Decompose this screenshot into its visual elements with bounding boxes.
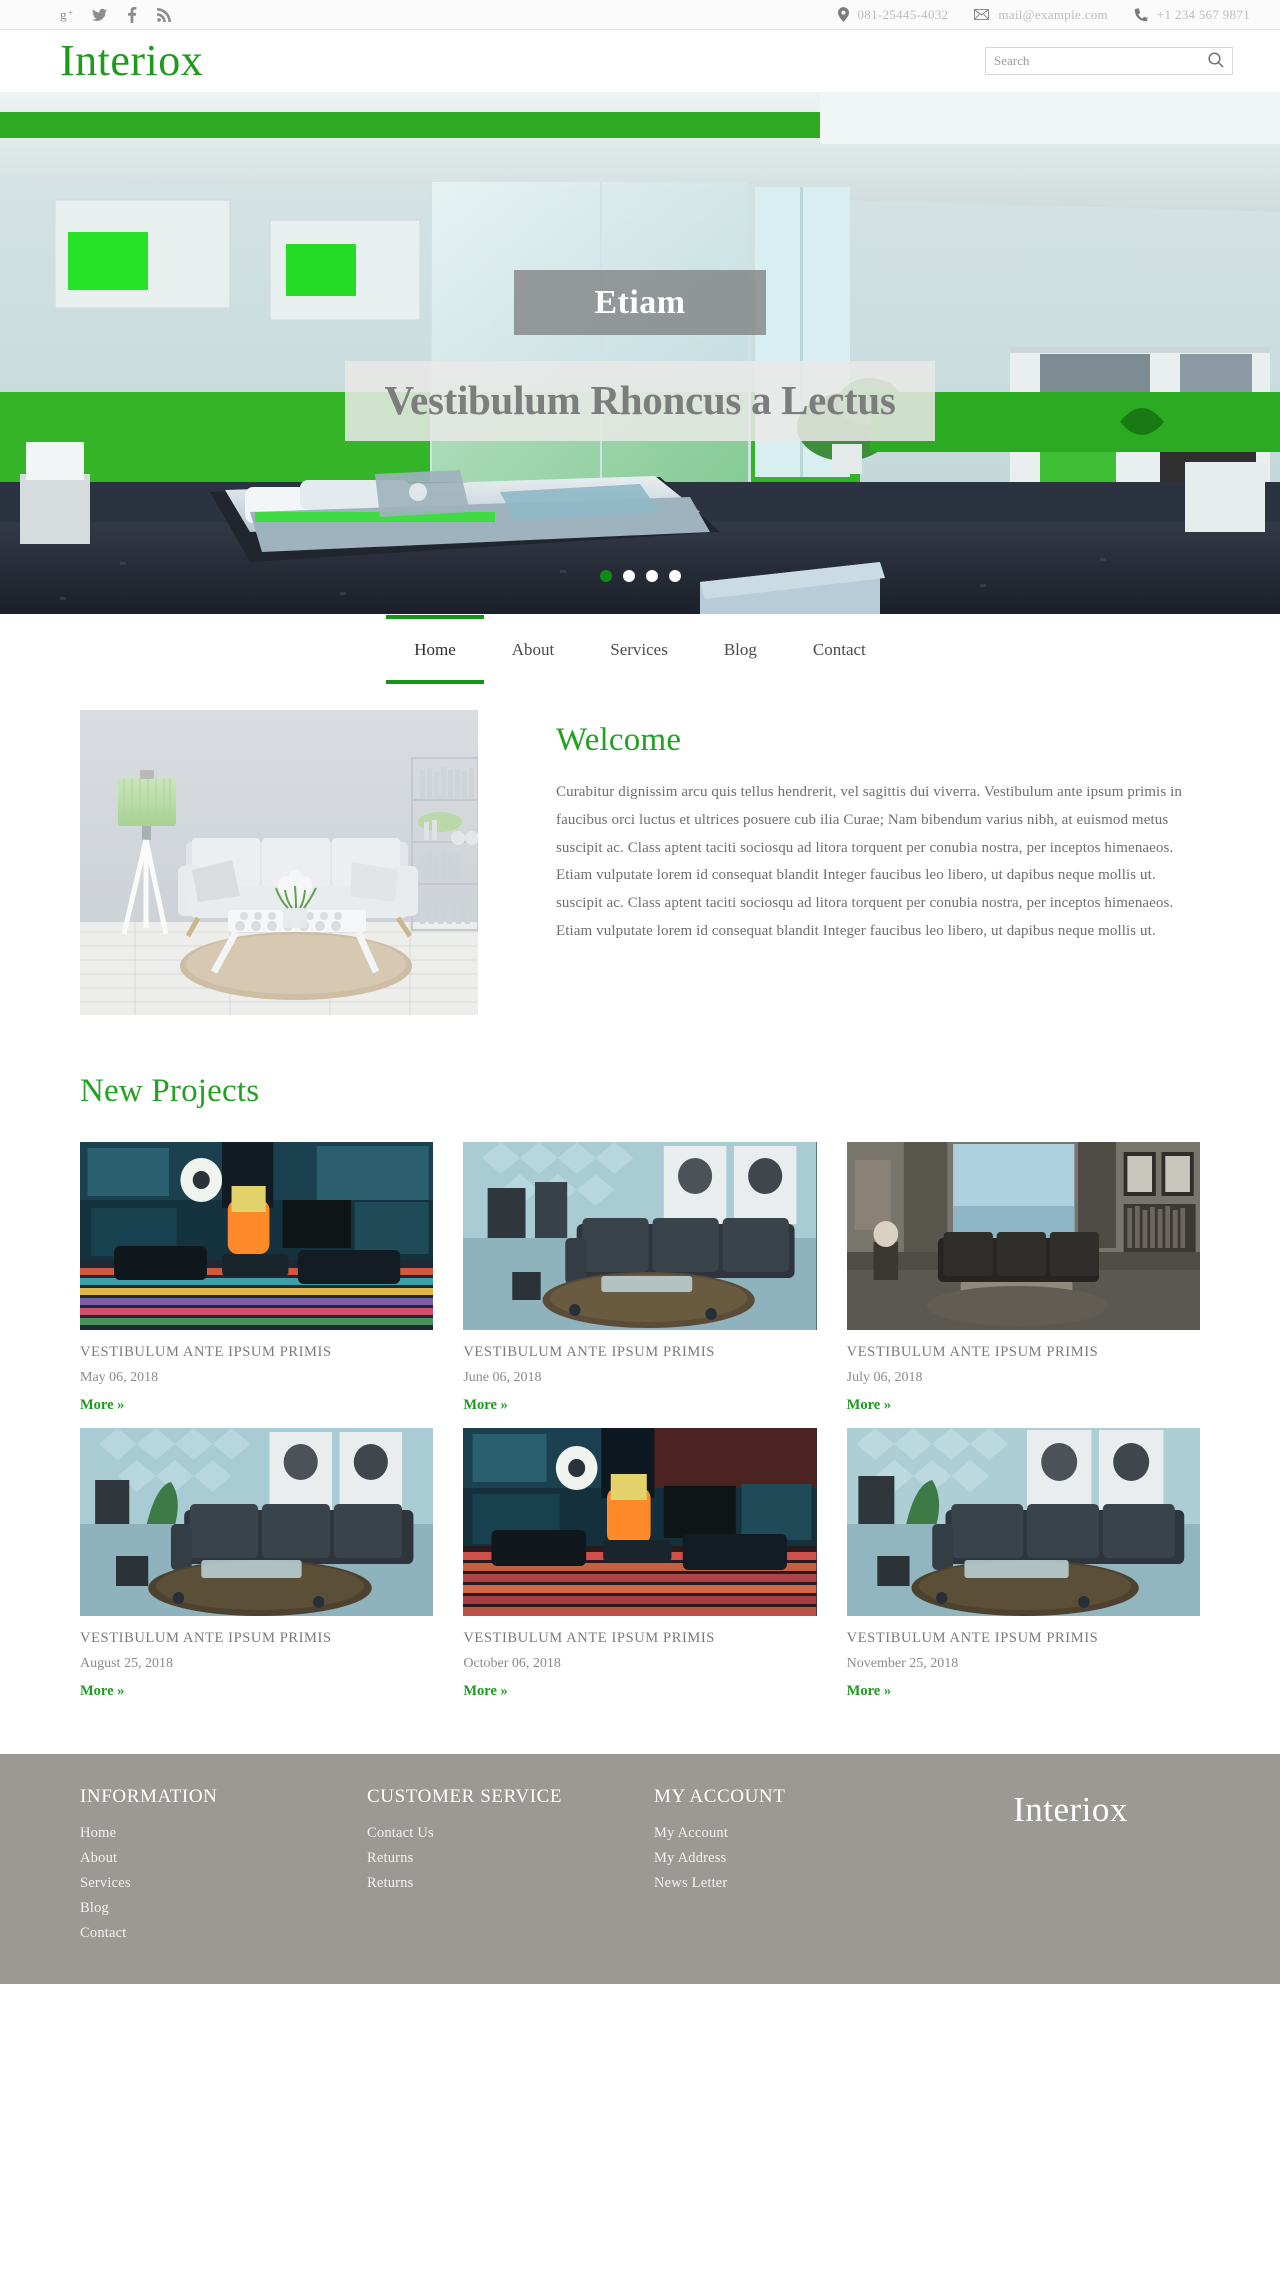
footer-link-home[interactable]: Home xyxy=(80,1825,367,1842)
project-thumbnail-colorful-lounge-alt[interactable] xyxy=(463,1428,817,1616)
location-pin-icon xyxy=(837,7,849,22)
hero-caption: Etiam Vestibulum Rhoncus a Lectus xyxy=(0,270,1280,441)
footer-link-about[interactable]: About xyxy=(80,1850,367,1867)
project-thumbnail-modern-sofa-wide[interactable] xyxy=(846,1428,1200,1616)
footer-link-contact[interactable]: Contact xyxy=(80,1925,367,1942)
welcome-text: Welcome Curabitur dignissim arcu quis te… xyxy=(556,710,1200,1015)
footer-link-services[interactable]: Services xyxy=(80,1875,367,1892)
project-date: October 06, 2018 xyxy=(463,1656,561,1671)
facebook-icon[interactable] xyxy=(124,6,139,23)
footer-brand: Interiox xyxy=(941,1786,1200,1950)
footer-heading: MY ACCOUNT xyxy=(654,1786,786,1807)
contact-phone-text[interactable]: +1 234 567 9871 xyxy=(1157,7,1250,23)
nav-item-contact[interactable]: Contact xyxy=(785,619,894,680)
project-thumbnail-modern-sofa[interactable] xyxy=(463,1142,817,1330)
project-more-link[interactable]: More » xyxy=(80,1683,124,1700)
site-header: Interiox xyxy=(0,30,1280,92)
project-thumbnail-colorful-lounge[interactable] xyxy=(80,1142,434,1330)
footer-column-information: INFORMATION Home About Services Blog Con… xyxy=(80,1786,367,1950)
project-title[interactable]: VESTIBULUM ANTE IPSUM PRIMIS xyxy=(463,1344,816,1361)
project-date: June 06, 2018 xyxy=(463,1370,542,1385)
social-links: g + xyxy=(60,6,171,23)
project-more-link[interactable]: More » xyxy=(463,1683,507,1700)
projects-grid: VESTIBULUM ANTE IPSUM PRIMIS May 06, 201… xyxy=(80,1142,1200,1700)
contact-phone: +1 234 567 9871 xyxy=(1134,7,1250,23)
welcome-heading: Welcome xyxy=(556,722,682,758)
projects-heading: New Projects xyxy=(80,1073,260,1109)
contact-address-text: 081-25445-4032 xyxy=(857,6,949,22)
project-card: VESTIBULUM ANTE IPSUM PRIMIS November 25… xyxy=(846,1428,1200,1700)
contact-email: mail@example.com xyxy=(974,7,1108,23)
contact-info: 081-25445-4032 mail@example.com +1 234 5… xyxy=(812,7,1251,23)
slider-dot-2[interactable] xyxy=(622,570,635,582)
contact-address: 081-25445-4032 xyxy=(837,6,949,23)
slider-dot-1[interactable] xyxy=(599,570,612,582)
footer-link-blog[interactable]: Blog xyxy=(80,1900,367,1917)
project-title[interactable]: VESTIBULUM ANTE IPSUM PRIMIS xyxy=(80,1344,433,1361)
welcome-image-living-room xyxy=(80,710,478,1015)
slider-dot-3[interactable] xyxy=(645,570,658,582)
contact-email-text[interactable]: mail@example.com xyxy=(998,7,1108,23)
project-thumbnail-modern-sofa-alt[interactable] xyxy=(80,1428,434,1616)
footer-link-my-address[interactable]: My Address xyxy=(654,1850,941,1867)
svg-text:+: + xyxy=(68,7,73,17)
project-more-link[interactable]: More » xyxy=(847,1683,891,1700)
main-navigation: Home About Services Blog Contact xyxy=(0,614,1280,684)
project-title[interactable]: VESTIBULUM ANTE IPSUM PRIMIS xyxy=(847,1344,1200,1361)
project-more-link[interactable]: More » xyxy=(80,1397,124,1414)
main-content: Welcome Curabitur dignissim arcu quis te… xyxy=(50,684,1230,1734)
project-date: May 06, 2018 xyxy=(80,1370,159,1385)
top-bar: g + 081-25445-4032 mail@example.com +1 2… xyxy=(0,0,1280,30)
welcome-paragraph: Curabitur dignissim arcu quis tellus hen… xyxy=(556,784,1182,939)
project-date: July 06, 2018 xyxy=(846,1370,923,1385)
project-thumbnail-dark-living-room[interactable] xyxy=(846,1142,1200,1330)
footer-logo[interactable]: Interiox xyxy=(1013,1792,1128,1950)
footer-link-news-letter[interactable]: News Letter xyxy=(654,1875,941,1892)
site-footer: INFORMATION Home About Services Blog Con… xyxy=(0,1754,1280,1984)
site-logo[interactable]: Interiox xyxy=(60,39,203,83)
googleplus-icon[interactable]: g + xyxy=(60,7,75,22)
twitter-icon[interactable] xyxy=(92,7,107,22)
hero-caption-small: Etiam xyxy=(514,270,766,336)
slider-dot-4[interactable] xyxy=(668,570,681,582)
envelope-icon xyxy=(974,9,990,20)
footer-column-customer-service: CUSTOMER SERVICE Contact Us Returns Retu… xyxy=(367,1786,654,1950)
hero-caption-big: Vestibulum Rhoncus a Lectus xyxy=(344,361,936,441)
footer-link-contact-us[interactable]: Contact Us xyxy=(367,1825,654,1842)
nav-item-about[interactable]: About xyxy=(484,619,583,680)
new-projects-section: New Projects VESTIBULUM ANTE IPSUM PRIMI… xyxy=(80,1015,1200,1734)
project-date: August 25, 2018 xyxy=(80,1656,173,1671)
nav-item-home[interactable]: Home xyxy=(386,614,484,684)
search-button[interactable] xyxy=(1206,48,1232,74)
project-card: VESTIBULUM ANTE IPSUM PRIMIS June 06, 20… xyxy=(463,1142,817,1414)
project-title[interactable]: VESTIBULUM ANTE IPSUM PRIMIS xyxy=(847,1630,1200,1647)
footer-link-returns-1[interactable]: Returns xyxy=(367,1850,654,1867)
project-more-link[interactable]: More » xyxy=(463,1397,507,1414)
footer-heading: CUSTOMER SERVICE xyxy=(367,1786,563,1807)
slider-dots[interactable] xyxy=(0,570,1280,582)
footer-heading: INFORMATION xyxy=(80,1786,218,1807)
project-more-link[interactable]: More » xyxy=(847,1397,891,1414)
project-title[interactable]: VESTIBULUM ANTE IPSUM PRIMIS xyxy=(80,1630,433,1647)
rss-icon[interactable] xyxy=(156,7,171,22)
search-icon xyxy=(1208,51,1224,71)
project-card: VESTIBULUM ANTE IPSUM PRIMIS October 06,… xyxy=(463,1428,817,1700)
project-card: VESTIBULUM ANTE IPSUM PRIMIS May 06, 201… xyxy=(80,1142,434,1414)
project-card: VESTIBULUM ANTE IPSUM PRIMIS July 06, 20… xyxy=(846,1142,1200,1414)
footer-column-my-account: MY ACCOUNT My Account My Address News Le… xyxy=(654,1786,941,1950)
search-bar[interactable] xyxy=(985,47,1233,75)
project-date: November 25, 2018 xyxy=(846,1656,959,1671)
project-card: VESTIBULUM ANTE IPSUM PRIMIS August 25, … xyxy=(80,1428,434,1700)
nav-item-services[interactable]: Services xyxy=(582,619,696,680)
svg-text:g: g xyxy=(60,7,67,22)
footer-link-my-account[interactable]: My Account xyxy=(654,1825,941,1842)
search-input[interactable] xyxy=(986,48,1206,74)
project-title[interactable]: VESTIBULUM ANTE IPSUM PRIMIS xyxy=(463,1630,816,1647)
nav-item-blog[interactable]: Blog xyxy=(696,619,785,680)
phone-icon xyxy=(1134,7,1148,22)
footer-link-returns-2[interactable]: Returns xyxy=(367,1875,654,1892)
hero-slider: Etiam Vestibulum Rhoncus a Lectus xyxy=(0,92,1280,614)
welcome-section: Welcome Curabitur dignissim arcu quis te… xyxy=(80,684,1200,1015)
